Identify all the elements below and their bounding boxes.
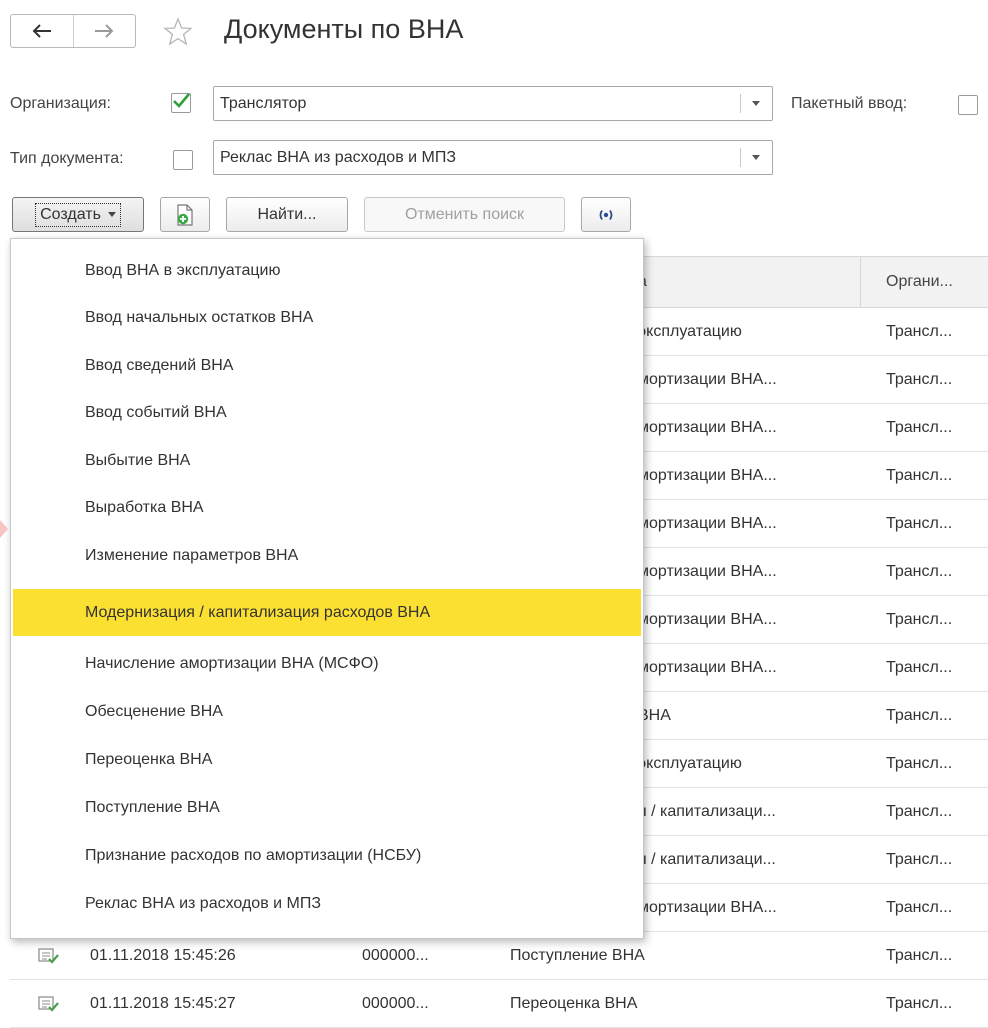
cell-number: 000000... xyxy=(362,994,429,1012)
cell-date: 01.11.2018 15:45:26 xyxy=(90,946,236,964)
batch-input-checkbox[interactable] xyxy=(958,95,978,115)
chevron-down-icon xyxy=(107,212,116,217)
cell-type: я / капитализаци... xyxy=(638,802,776,820)
cell-organization: Трансл... xyxy=(886,610,953,628)
menu-item-initial-balances[interactable]: Ввод начальных остатков ВНА xyxy=(13,294,641,341)
favorite-button[interactable] xyxy=(162,16,194,53)
document-add-icon xyxy=(177,203,193,226)
menu-item-impairment[interactable]: Обесценение ВНА xyxy=(13,688,641,735)
cell-type: я / капитализаци... xyxy=(638,850,776,868)
cell-organization: Трансл... xyxy=(886,466,953,484)
cell-organization: Трансл... xyxy=(886,562,953,580)
cell-organization: Трансл... xyxy=(886,994,953,1012)
organization-dropdown-button[interactable] xyxy=(740,87,772,120)
document-posted-icon xyxy=(38,932,60,979)
table-row[interactable]: 01.11.2018 15:45:26 000000... Поступлени… xyxy=(10,932,988,980)
cell-type: мортизации ВНА... xyxy=(638,610,777,628)
cell-organization: Трансл... xyxy=(886,802,953,820)
add-document-button[interactable] xyxy=(160,197,210,232)
menu-item-revaluation[interactable]: Переоценка ВНА xyxy=(13,736,641,783)
column-header-organization[interactable]: Органи... xyxy=(886,257,953,307)
cell-organization: Трансл... xyxy=(886,322,953,340)
find-button[interactable]: Найти... xyxy=(226,197,348,232)
cell-organization: Трансл... xyxy=(886,370,953,388)
broadcast-icon xyxy=(599,209,613,220)
menu-item-receipt[interactable]: Поступление ВНА xyxy=(13,784,641,831)
cell-date: 01.11.2018 15:45:27 xyxy=(90,994,236,1012)
arrow-left-icon xyxy=(32,24,51,38)
cell-type: мортизации ВНА... xyxy=(638,898,777,916)
cell-organization: Трансл... xyxy=(886,850,953,868)
cell-type: мортизации ВНА... xyxy=(638,562,777,580)
document-type-checkbox[interactable] xyxy=(173,150,193,170)
organization-checkbox[interactable] xyxy=(171,93,191,113)
checkmark-icon xyxy=(173,93,190,108)
create-menu: Ввод ВНА в эксплуатацию Ввод начальных о… xyxy=(10,238,644,939)
cell-organization: Трансл... xyxy=(886,754,953,772)
cell-organization: Трансл... xyxy=(886,946,953,964)
cell-organization: Трансл... xyxy=(886,898,953,916)
menu-item-events-input[interactable]: Ввод событий ВНА xyxy=(13,389,641,436)
cell-type: эксплуатацию xyxy=(638,754,742,772)
cell-organization: Трансл... xyxy=(886,706,953,724)
cell-type: мортизации ВНА... xyxy=(638,370,777,388)
organization-value: Транслятор xyxy=(220,94,307,112)
cell-organization: Трансл... xyxy=(886,514,953,532)
cell-organization: Трансл... xyxy=(886,418,953,436)
cell-type: мортизации ВНА... xyxy=(638,658,777,676)
document-type-dropdown-button[interactable] xyxy=(740,141,772,174)
table-row[interactable]: 01.11.2018 15:45:27 000000... Переоценка… xyxy=(10,980,988,1028)
create-button[interactable]: Создать xyxy=(12,197,144,232)
cell-organization: Трансл... xyxy=(886,658,953,676)
connection-button[interactable] xyxy=(581,197,631,232)
star-icon xyxy=(163,17,193,46)
create-button-label: Создать xyxy=(40,205,101,223)
find-button-label: Найти... xyxy=(257,205,317,223)
organization-label: Организация: xyxy=(10,95,111,112)
chevron-down-icon xyxy=(752,101,760,106)
page-title: Документы по ВНА xyxy=(224,14,464,44)
menu-item-vnedrenie[interactable]: Ввод ВНА в эксплуатацию xyxy=(13,247,641,294)
navigation-buttons xyxy=(10,14,136,48)
cell-type: эксплуатацию xyxy=(638,322,742,340)
back-button[interactable] xyxy=(11,15,73,47)
document-type-value: Реклас ВНА из расходов и МПЗ xyxy=(220,148,457,166)
document-type-label: Тип документа: xyxy=(10,150,124,167)
cancel-search-label: Отменить поиск xyxy=(404,205,525,223)
menu-item-depreciation-msfo[interactable]: Начисление амортизации ВНА (МСФО) xyxy=(13,640,641,687)
document-type-field[interactable]: Реклас ВНА из расходов и МПЗ xyxy=(213,140,773,175)
cell-type: Поступление ВНА xyxy=(510,946,645,964)
cancel-search-button[interactable]: Отменить поиск xyxy=(364,197,565,232)
column-separator xyxy=(860,257,861,307)
batch-input-label: Пакетный ввод: xyxy=(791,95,908,112)
chevron-down-icon xyxy=(752,155,760,160)
cell-type: мортизации ВНА... xyxy=(638,514,777,532)
menu-item-info-input[interactable]: Ввод сведений ВНА xyxy=(13,342,641,389)
menu-item-reclass[interactable]: Реклас ВНА из расходов и МПЗ xyxy=(13,880,641,927)
cell-type: Переоценка ВНА xyxy=(510,994,638,1012)
menu-item-output[interactable]: Выработка ВНА xyxy=(13,484,641,531)
menu-item-depreciation-nsbu[interactable]: Признание расходов по амортизации (НСБУ) xyxy=(13,832,641,879)
cell-type: мортизации ВНА... xyxy=(638,466,777,484)
edge-marker xyxy=(0,520,8,538)
document-posted-icon xyxy=(38,980,60,1027)
create-button-focus: Создать xyxy=(35,202,121,227)
cell-number: 000000... xyxy=(362,946,429,964)
menu-item-change-parameters[interactable]: Изменение параметров ВНА xyxy=(13,532,641,579)
arrow-right-icon xyxy=(95,24,114,38)
menu-item-disposal[interactable]: Выбытие ВНА xyxy=(13,437,641,484)
cell-type: мортизации ВНА... xyxy=(638,418,777,436)
forward-button[interactable] xyxy=(72,15,136,47)
menu-item-modernization[interactable]: Модернизация / капитализация расходов ВН… xyxy=(13,589,641,636)
organization-field[interactable]: Транслятор xyxy=(213,86,773,121)
